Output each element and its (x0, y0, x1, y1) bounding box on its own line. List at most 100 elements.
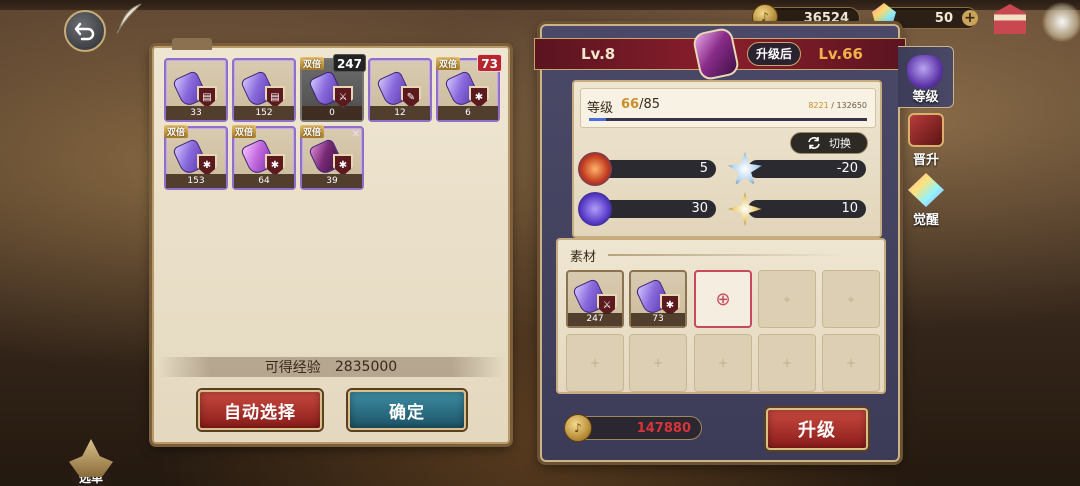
item-slot[interactable]: ✱ 双倍 73 6 (436, 54, 502, 122)
panel-clip (172, 38, 212, 50)
stat-shadow-value: 30 (598, 200, 716, 218)
potion-icon (907, 55, 943, 89)
next-level: Lv.66 (818, 45, 863, 63)
item-count: 6 (438, 106, 498, 120)
upgrade-button[interactable]: 升级 (766, 408, 868, 450)
potion-icon: ▤ (239, 68, 285, 109)
stat-ice-value: -20 (748, 160, 866, 178)
item-slot[interactable]: ✱ 双倍 64 (232, 125, 296, 190)
tab-promotion-label: 晋升 (912, 153, 939, 168)
empty-slot-icon: ⌖ (783, 291, 791, 306)
selected-count-badge: 73 (477, 54, 502, 72)
empty-material-slot[interactable]: + (758, 334, 816, 392)
auto-select-label: 自动选择 (224, 402, 296, 423)
item-slot[interactable]: ▤ 33 (164, 58, 228, 122)
exp-label: 可得经验 (264, 360, 321, 376)
double-badge: 双倍 (300, 57, 325, 70)
potion-icon: ✱ (171, 136, 217, 177)
potion-icon: ⚔ (571, 276, 617, 317)
item-count: 0 (302, 106, 362, 120)
material-slot-2[interactable]: ✱ 73 (629, 270, 687, 328)
add-material-icon: ⊕ (715, 288, 731, 310)
stat-lightning: 10 (728, 192, 868, 226)
potion-icon: ✱ (307, 136, 353, 177)
empty-material-slot[interactable]: + (566, 334, 624, 392)
level-label: 等级 (587, 101, 614, 116)
lightning-icon (728, 192, 762, 226)
menu-button[interactable]: 选单 (60, 430, 122, 486)
empty-slot-icon: + (717, 356, 729, 370)
potion-icon: ▤ (171, 68, 217, 109)
item-count: 33 (166, 106, 226, 120)
stat-shadow: 30 (578, 192, 718, 226)
quill-icon (116, 3, 142, 34)
material-count: 73 (631, 313, 685, 326)
empty-slot-icon: ⌖ (847, 291, 855, 306)
switch-button[interactable]: 切换 (790, 132, 868, 154)
book-icon (908, 113, 944, 147)
stat-fire: 5 (578, 152, 718, 186)
potion-icon: ✎ (375, 68, 421, 109)
materials-card: 素材 ⚔ 247 ✱ 73 ⊕ ⌖ ⌖ + + + + + (556, 238, 886, 394)
selected-count-badge: 247 (332, 54, 366, 72)
material-slot-1[interactable]: ⚔ 247 (566, 270, 624, 328)
cost-value: 147880 (636, 420, 691, 436)
empty-material-slot[interactable]: + (694, 334, 752, 392)
item-slot[interactable]: ✎ 12 (368, 58, 432, 122)
switch-label: 切换 (829, 137, 851, 150)
double-badge: 双倍 (164, 125, 189, 138)
double-badge: 双倍 (232, 125, 257, 138)
level-value: 66/85 (621, 97, 661, 112)
materials-label: 素材 (570, 250, 597, 265)
shadow-icon (578, 192, 612, 226)
gem-icon (908, 173, 944, 207)
double-badge: 双倍 (436, 57, 461, 70)
character-potion-icon (690, 26, 754, 82)
empty-material-slot[interactable]: ⌖ (822, 270, 880, 328)
glow-menu-icon[interactable] (1042, 2, 1080, 42)
crystal-amount: 50 (934, 10, 953, 26)
empty-material-slot[interactable]: + (629, 334, 687, 392)
empty-material-slot[interactable]: ⌖ (758, 270, 816, 328)
empty-material-slot[interactable]: + (822, 334, 880, 392)
after-upgrade-badge: 升级后 (747, 42, 802, 66)
item-slot[interactable]: ⚔ 双倍 247 0 (300, 54, 366, 122)
double-badge: 双倍 (300, 125, 325, 138)
tab-level[interactable]: 等级 (898, 46, 954, 108)
item-count: 64 (234, 174, 294, 188)
stat-ice: -20 (728, 152, 868, 186)
confirm-label: 确定 (389, 402, 425, 423)
item-slot[interactable]: ▤ 152 (232, 58, 296, 122)
item-count: 153 (166, 174, 226, 188)
empty-slot-icon: + (845, 356, 857, 370)
auto-select-button[interactable]: 自动选择 (198, 390, 322, 430)
potion-icon: ⚔ (307, 68, 353, 109)
stat-lightning-value: 10 (748, 200, 866, 218)
fire-icon (578, 152, 612, 186)
item-slot[interactable]: ✱ 双倍 ✕ 39 (300, 125, 364, 190)
add-crystal-button[interactable]: + (962, 10, 978, 26)
stats-card: 等级 66/85 8221 / 132650 切换 5 -20 30 10 (572, 80, 882, 238)
remove-icon[interactable]: ✕ (352, 129, 360, 140)
switch-arrows-icon (808, 137, 820, 149)
tab-awaken-label: 觉醒 (912, 213, 939, 228)
item-count: 39 (302, 174, 362, 188)
exp-value: 2835000 (334, 359, 398, 375)
empty-slot-icon: + (589, 356, 601, 370)
item-slot[interactable]: ✱ 双倍 153 (164, 125, 228, 190)
empty-slot-icon: + (652, 356, 664, 370)
add-material-slot[interactable]: ⊕ (694, 270, 752, 328)
level-progress-row: 等级 66/85 8221 / 132650 (580, 88, 876, 128)
potion-icon: ✱ (634, 276, 680, 317)
item-count: 152 (234, 106, 294, 120)
potion-icon: ✱ (239, 136, 285, 177)
tab-promotion[interactable]: 晋升 (898, 108, 954, 170)
current-level: Lv.8 (581, 45, 616, 63)
back-button[interactable] (64, 10, 106, 52)
tab-awaken[interactable]: 觉醒 (898, 168, 954, 230)
confirm-button[interactable]: 确定 (348, 390, 466, 430)
upgrade-label: 升级 (798, 420, 836, 441)
materials-divider (608, 254, 848, 256)
stat-fire-value: 5 (598, 160, 716, 178)
empty-slot-icon: + (781, 356, 793, 370)
